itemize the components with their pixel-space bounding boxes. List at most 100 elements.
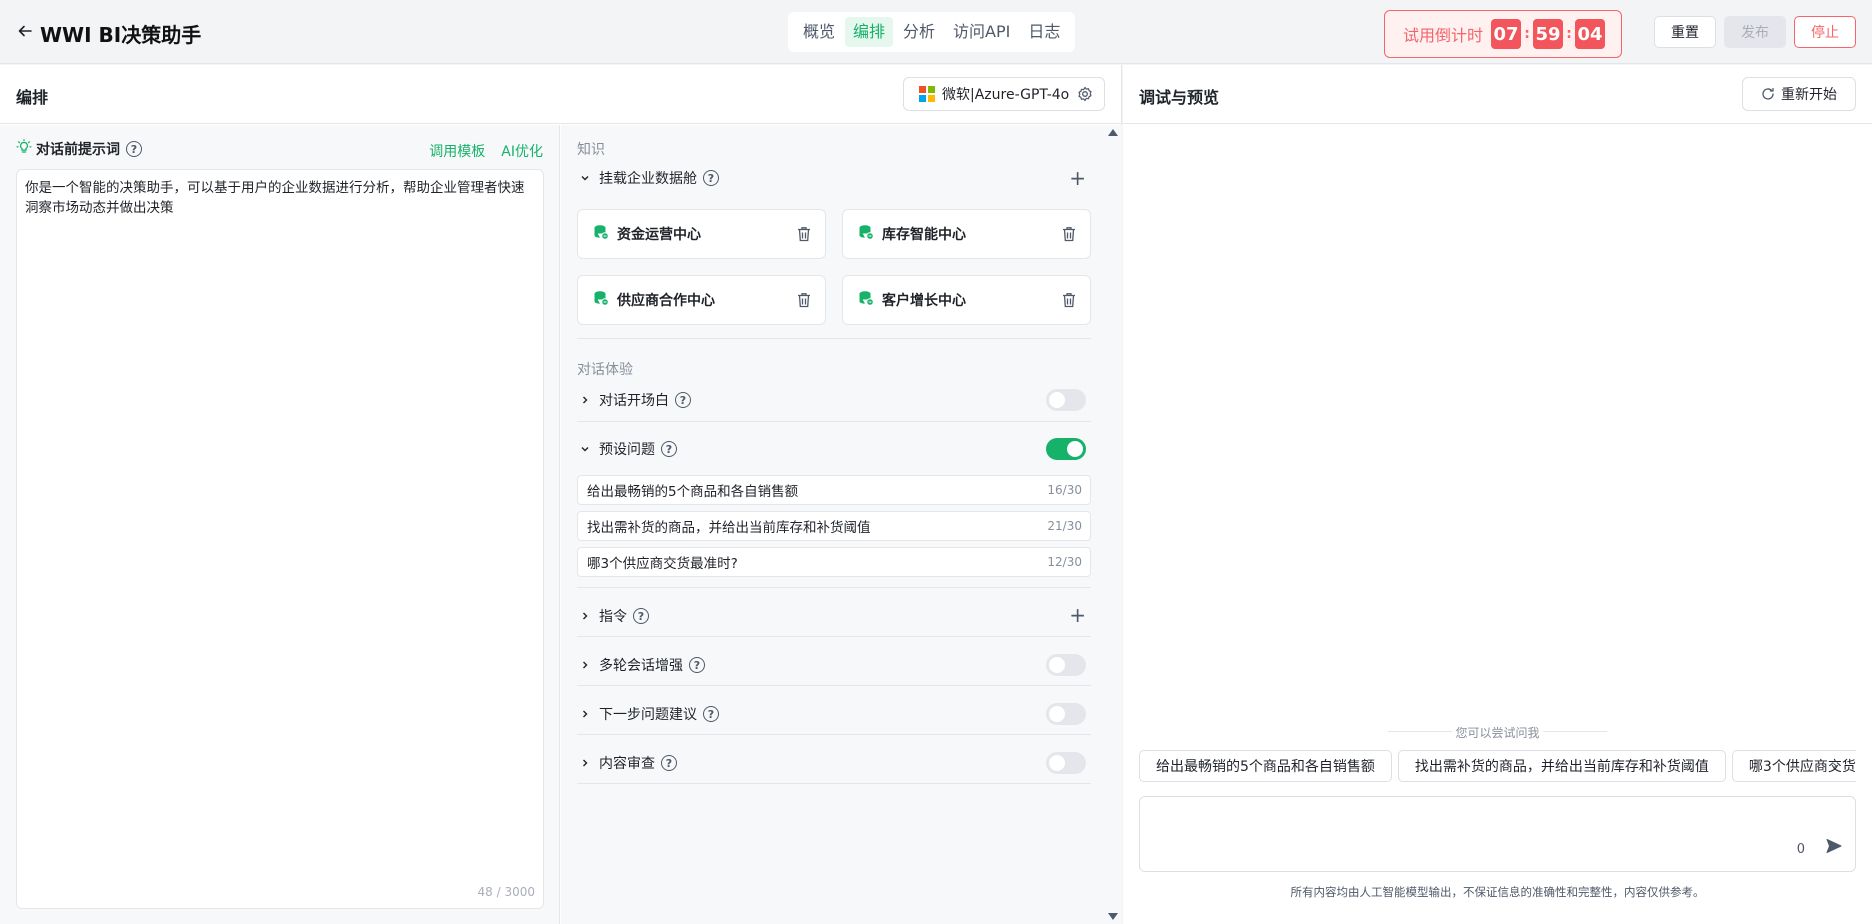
preset-question-count: 12/30: [1047, 555, 1082, 569]
prompt-actions: 调用模板 AI优化: [413, 141, 543, 161]
help-icon[interactable]: ?: [703, 706, 719, 722]
model-name: 微软|Azure-GPT-4o: [942, 87, 1070, 103]
help-icon[interactable]: ?: [126, 141, 142, 157]
ai-optimize-link[interactable]: AI优化: [501, 141, 543, 161]
tab-overview[interactable]: 概览: [795, 17, 843, 47]
send-icon[interactable]: [1825, 837, 1843, 859]
suggestion-chip[interactable]: 找出需补货的商品，并给出当前库存和补货阈值: [1397, 750, 1726, 782]
help-icon[interactable]: ?: [703, 170, 719, 186]
instruction-label: 指令: [599, 609, 627, 625]
editor-header: 编排 微软|Azure-GPT-4o: [0, 65, 1121, 124]
try-asking-label: 您可以尝试问我: [1455, 726, 1540, 740]
add-instruction-icon[interactable]: +: [1069, 605, 1086, 625]
preset-question-input[interactable]: 找出需补货的商品，并给出当前库存和补货阈值 21/30: [577, 511, 1091, 541]
knowledge-card-name: 资金运营中心: [617, 227, 701, 243]
chevron-right-icon: [577, 758, 593, 768]
preview-panel: 调试与预览 重新开始 您可以尝试问我 给出最畅销的5个商品和各自销售额 找出需补货…: [1123, 65, 1872, 924]
tab-orchestrate[interactable]: 编排: [845, 17, 894, 47]
knowledge-card[interactable]: 库存智能中心: [842, 209, 1091, 259]
multi-turn-toggle[interactable]: [1046, 654, 1086, 676]
suggestion-chip[interactable]: 给出最畅销的5个商品和各自销售额: [1139, 750, 1392, 782]
template-link[interactable]: 调用模板: [429, 141, 485, 161]
config-column: 知识 挂载企业数据舱 ? + 资金运营中心 库存智能中心 供应商合作中心 客户增…: [561, 125, 1122, 924]
opening-toggle[interactable]: [1046, 389, 1086, 411]
trash-icon[interactable]: [1062, 292, 1076, 312]
trash-icon[interactable]: [1062, 226, 1076, 246]
knowledge-card[interactable]: 供应商合作中心: [577, 275, 826, 325]
help-icon[interactable]: ?: [689, 657, 705, 673]
moderation-row[interactable]: 内容审查 ?: [577, 753, 677, 773]
divider: [577, 421, 1091, 422]
nav-tabs: 概览 编排 分析 访问API 日志: [788, 12, 1076, 52]
restart-label: 重新开始: [1781, 87, 1837, 103]
back-arrow-icon[interactable]: [14, 20, 36, 42]
tab-api[interactable]: 访问API: [945, 17, 1018, 47]
multi-turn-row[interactable]: 多轮会话增强 ?: [577, 655, 705, 675]
divider: [577, 587, 1091, 588]
next-suggest-toggle[interactable]: [1046, 703, 1086, 725]
chevron-right-icon: [577, 660, 593, 670]
prompt-label: 对话前提示词: [36, 142, 120, 158]
model-selector[interactable]: 微软|Azure-GPT-4o: [903, 77, 1105, 111]
mount-data-row[interactable]: 挂载企业数据舱 ?: [577, 168, 719, 188]
prompt-column: 对话前提示词 ? 调用模板 AI优化 你是一个智能的决策助手，可以基于用户的企业…: [0, 125, 560, 924]
knowledge-card[interactable]: 资金运营中心: [577, 209, 826, 259]
stop-button[interactable]: 停止: [1794, 16, 1856, 48]
chat-textarea[interactable]: [1146, 803, 1786, 867]
prompt-textarea[interactable]: 你是一个智能的决策助手，可以基于用户的企业数据进行分析，帮助企业管理者快速洞察市…: [16, 169, 544, 909]
divider: [577, 783, 1091, 784]
prompt-text: 你是一个智能的决策助手，可以基于用户的企业数据进行分析，帮助企业管理者快速洞察市…: [25, 180, 525, 216]
chevron-right-icon[interactable]: ›: [1832, 758, 1838, 774]
restart-button[interactable]: 重新开始: [1742, 77, 1856, 111]
moderation-label: 内容审查: [599, 756, 655, 772]
trash-icon[interactable]: [797, 292, 811, 312]
chevron-down-icon: [577, 444, 593, 454]
knowledge-card[interactable]: 客户增长中心: [842, 275, 1091, 325]
preset-row[interactable]: 预设问题 ?: [577, 439, 677, 459]
divider: [577, 338, 1091, 339]
countdown-hours: 07: [1491, 19, 1522, 49]
tab-analysis[interactable]: 分析: [895, 17, 943, 47]
preset-toggle[interactable]: [1046, 438, 1086, 460]
publish-button[interactable]: 发布: [1724, 16, 1786, 48]
editor-panel: 编排 微软|Azure-GPT-4o 对话前提示词 ? 调用模板 AI优化 你是…: [0, 65, 1122, 924]
help-icon[interactable]: ?: [675, 392, 691, 408]
knowledge-card-name: 客户增长中心: [882, 293, 966, 309]
moderation-toggle[interactable]: [1046, 752, 1086, 774]
microsoft-logo-icon: [919, 86, 935, 102]
scroll-up-arrow-icon[interactable]: [1108, 129, 1118, 136]
experience-section-label: 对话体验: [577, 362, 633, 378]
chevron-right-icon: [577, 395, 593, 405]
trash-icon[interactable]: [797, 226, 811, 246]
knowledge-card-name: 库存智能中心: [882, 227, 966, 243]
next-suggest-label: 下一步问题建议: [599, 707, 697, 723]
prompt-char-count: 48 / 3000: [477, 885, 535, 899]
divider: [577, 734, 1091, 735]
chat-input[interactable]: 0: [1139, 796, 1856, 872]
help-icon[interactable]: ?: [661, 441, 677, 457]
preset-question-text: 给出最畅销的5个商品和各自销售额: [587, 484, 799, 500]
reset-button[interactable]: 重置: [1654, 16, 1716, 48]
help-icon[interactable]: ?: [633, 608, 649, 624]
preset-question-count: 16/30: [1047, 483, 1082, 497]
opening-row[interactable]: 对话开场白 ?: [577, 390, 691, 410]
lightbulb-icon: [16, 139, 32, 159]
divider: [577, 636, 1091, 637]
chevron-down-icon: [577, 173, 593, 183]
help-icon[interactable]: ?: [661, 755, 677, 771]
preset-question-input[interactable]: 哪3个供应商交货最准时? 12/30: [577, 547, 1091, 577]
editor-title: 编排: [16, 88, 49, 107]
opening-label: 对话开场白: [599, 393, 669, 409]
next-suggest-row[interactable]: 下一步问题建议 ?: [577, 704, 719, 724]
knowledge-section-label: 知识: [577, 142, 605, 158]
settings-gear-icon[interactable]: [1077, 86, 1093, 102]
add-knowledge-icon[interactable]: +: [1069, 168, 1086, 188]
database-icon: [858, 224, 874, 244]
scroll-down-arrow-icon[interactable]: [1108, 913, 1118, 920]
tab-logs[interactable]: 日志: [1020, 17, 1068, 47]
instruction-row[interactable]: 指令 ?: [577, 606, 649, 626]
preview-header: 调试与预览 重新开始: [1123, 65, 1872, 124]
top-bar: WWI BI决策助手 概览 编排 分析 访问API 日志 试用倒计时 07 : …: [0, 0, 1872, 64]
preset-question-input[interactable]: 给出最畅销的5个商品和各自销售额 16/30: [577, 475, 1091, 505]
preview-title: 调试与预览: [1139, 88, 1220, 107]
